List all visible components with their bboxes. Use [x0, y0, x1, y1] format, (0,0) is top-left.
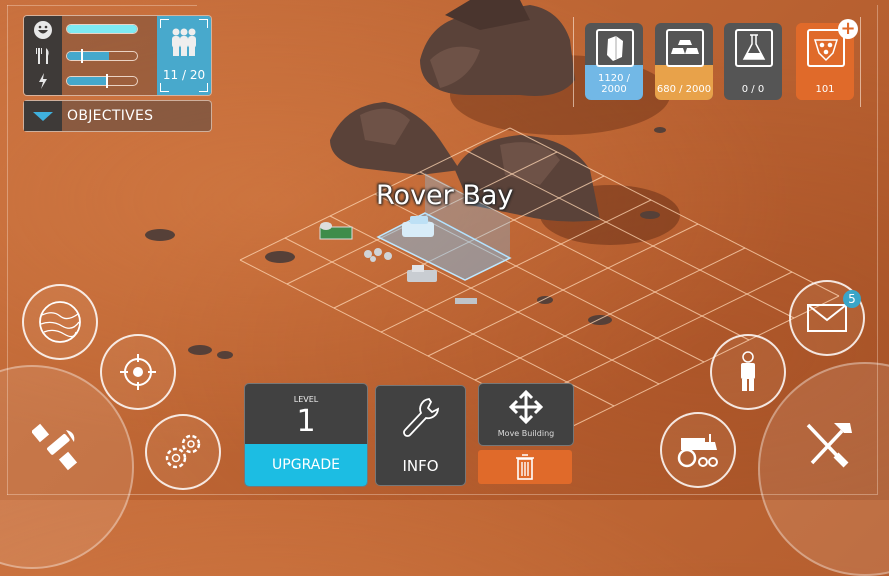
unread-count-badge: 5: [843, 290, 861, 308]
fork-knife-icon: [33, 46, 53, 66]
build-tools-icon: [806, 423, 852, 468]
status-icons-column: [24, 16, 62, 95]
move-building-label: Move Building: [497, 429, 555, 438]
delete-building-button[interactable]: [478, 450, 572, 484]
astronaut-icon: [741, 351, 755, 391]
plus-icon[interactable]: +: [838, 19, 858, 39]
happiness-bar-fill: [67, 25, 137, 33]
target-icon: [120, 354, 156, 390]
planet-icon: [39, 301, 81, 343]
level-value: 1: [296, 404, 316, 439]
messages-button[interactable]: 5: [789, 280, 865, 356]
corner-bracket: [160, 19, 169, 28]
info-label: INFO: [402, 457, 439, 475]
food-bar: [66, 51, 138, 61]
hud-frame-line: [7, 494, 877, 495]
habitat-cluster[interactable]: [364, 248, 392, 262]
trash-icon: [516, 454, 534, 480]
level-label: LEVEL: [293, 395, 319, 404]
power-bar: [66, 76, 138, 86]
rover-button[interactable]: [660, 412, 736, 488]
gears-icon: [165, 434, 201, 469]
rock-formation: [420, 0, 575, 96]
crystal-icon: [596, 29, 634, 67]
hud-frame-line: [7, 5, 197, 6]
solar-panels[interactable]: [455, 298, 477, 304]
crew-button[interactable]: [710, 334, 786, 410]
rock-formation: [330, 102, 460, 175]
power-bar-marker: [106, 74, 109, 88]
corner-bracket: [199, 19, 208, 28]
triangle-down-icon: [33, 112, 53, 121]
resource-crystal[interactable]: 1120 / 2000: [585, 23, 643, 100]
wrench-icon: [403, 398, 440, 437]
lightning-icon: [33, 71, 53, 91]
center-view-button[interactable]: [100, 334, 176, 410]
rover-icon: [677, 434, 718, 468]
food-bar-marker: [80, 49, 83, 63]
resource-metal[interactable]: 680 / 2000: [655, 23, 713, 100]
research-amount: 0 / 0: [741, 84, 765, 95]
people-icon: [172, 28, 196, 56]
premium-amount: 101: [815, 84, 835, 95]
food-bar-fill: [67, 52, 109, 60]
colony-status-panel: 11 / 20: [23, 15, 212, 96]
move-building-button[interactable]: Move Building: [478, 383, 574, 446]
metal-bars-icon: [666, 29, 704, 67]
smiley-icon: [33, 20, 53, 40]
crystal-amount: 1120 / 2000: [598, 73, 630, 95]
settings-button[interactable]: [145, 414, 221, 490]
move-arrows-icon: [509, 390, 543, 424]
corner-bracket: [199, 83, 208, 92]
selected-building-label: Rover Bay: [376, 180, 514, 211]
resource-premium[interactable]: 101 +: [796, 19, 858, 100]
objectives-expand-button[interactable]: [24, 101, 62, 131]
planet-button[interactable]: [22, 284, 98, 360]
info-button[interactable]: INFO: [375, 385, 466, 486]
metal-amount: 680 / 2000: [656, 84, 712, 95]
resource-research[interactable]: 0 / 0: [724, 23, 782, 100]
power-bar-fill: [67, 77, 106, 85]
happiness-bar: [66, 24, 138, 34]
level-panel: LEVEL 1 UPGRADE: [244, 383, 368, 487]
population-count: 11 / 20: [162, 68, 206, 82]
flask-icon: [735, 29, 773, 67]
corner-bracket: [160, 83, 169, 92]
upgrade-button[interactable]: UPGRADE: [245, 444, 367, 486]
mail-icon: [807, 304, 847, 332]
objectives-label: OBJECTIVES: [67, 108, 154, 124]
objectives-toggle[interactable]: OBJECTIVES: [23, 100, 212, 132]
factory-building[interactable]: [407, 265, 437, 282]
population-box[interactable]: 11 / 20: [157, 16, 211, 95]
satellite-icon: [32, 423, 78, 471]
